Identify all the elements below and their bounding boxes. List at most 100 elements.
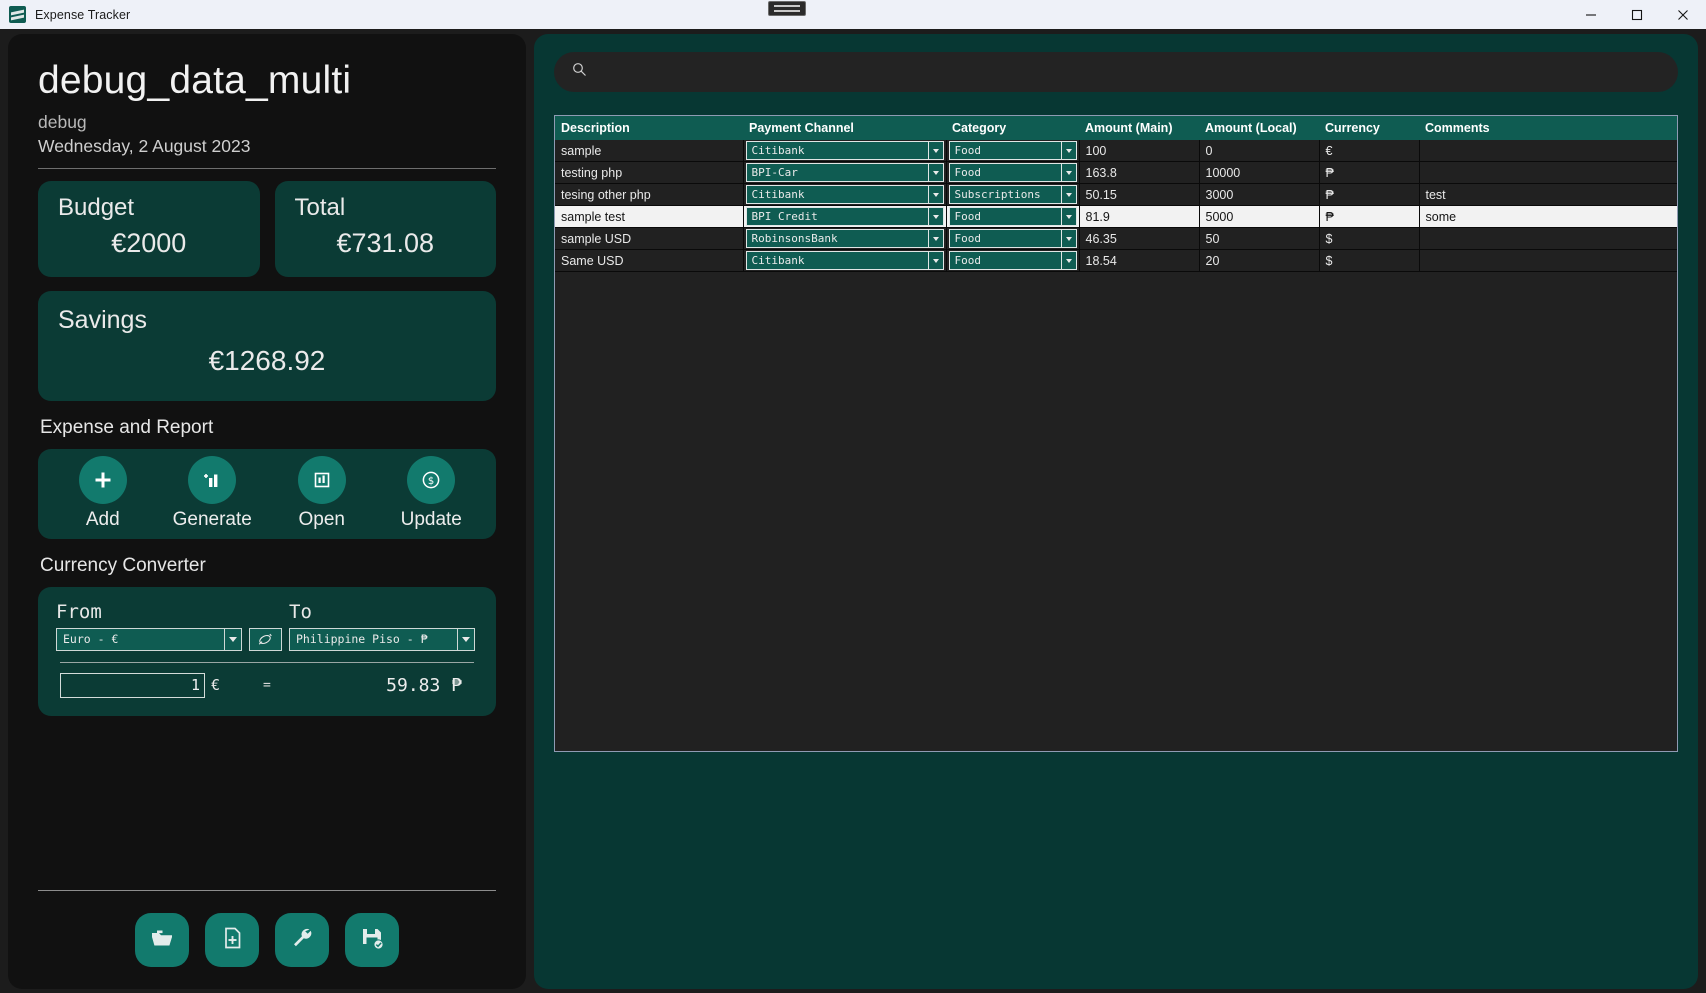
chevron-down-icon[interactable] [927, 186, 943, 203]
swap-currencies-button[interactable] [249, 627, 282, 651]
chevron-down-icon[interactable] [927, 252, 943, 269]
search-bar[interactable] [554, 52, 1678, 92]
chevron-down-icon[interactable] [457, 628, 474, 650]
open-project-button[interactable] [135, 913, 189, 967]
cell-comments[interactable]: some [1419, 205, 1677, 228]
cell-amount-local[interactable]: 5000 [1199, 205, 1320, 228]
cell-payment-channel[interactable]: RobinsonsBank [743, 227, 947, 250]
cell-comments[interactable] [1419, 140, 1677, 162]
cell-currency[interactable]: ₱ [1319, 183, 1420, 206]
cell-comments[interactable] [1419, 161, 1677, 184]
chevron-down-icon[interactable] [1060, 208, 1076, 225]
column-header-description[interactable]: Description [555, 116, 743, 140]
chevron-down-icon[interactable] [1060, 230, 1076, 247]
search-input[interactable] [597, 64, 1660, 80]
chevron-down-icon[interactable] [1060, 142, 1076, 159]
cell-payment-channel-select[interactable]: RobinsonsBank [745, 229, 944, 248]
cell-payment-channel[interactable]: BPI-Car [743, 161, 947, 184]
cell-amount-local[interactable]: 0 [1199, 140, 1320, 162]
cell-comments[interactable] [1419, 249, 1677, 272]
cell-category[interactable]: Food [946, 205, 1080, 228]
cell-category[interactable]: Food [946, 140, 1080, 162]
cell-category-select[interactable]: Food [948, 229, 1077, 248]
cell-payment-channel[interactable]: BPI Credit [743, 205, 947, 228]
cell-amount-main[interactable]: 81.9 [1079, 205, 1200, 228]
cell-amount-main[interactable]: 100 [1079, 140, 1200, 162]
cell-description[interactable]: sample USD [555, 227, 744, 250]
chevron-down-icon[interactable] [224, 628, 241, 650]
cell-payment-channel-select[interactable]: Citibank [745, 251, 944, 270]
cell-category[interactable]: Food [946, 227, 1080, 250]
column-header-comments[interactable]: Comments [1419, 116, 1677, 140]
to-currency-select[interactable]: Philippine Piso - ₱ [289, 627, 475, 651]
maximize-button[interactable] [1614, 0, 1660, 29]
cell-category[interactable]: Subscriptions [946, 183, 1080, 206]
chevron-down-icon[interactable] [927, 164, 943, 181]
table-row[interactable]: Same USD Citibank Food 18.54 20 $ [555, 249, 1677, 272]
cell-currency[interactable]: € [1319, 140, 1420, 162]
cell-category-select[interactable]: Subscriptions [948, 185, 1077, 204]
cell-comments[interactable] [1419, 227, 1677, 250]
column-header-amount-main[interactable]: Amount (Main) [1079, 116, 1199, 140]
cell-amount-local[interactable]: 10000 [1199, 161, 1320, 184]
cell-payment-channel-select[interactable]: BPI-Car [745, 163, 944, 182]
cell-description[interactable]: sample test [555, 205, 744, 228]
cell-category-select[interactable]: Food [948, 163, 1077, 182]
cell-currency[interactable]: $ [1319, 249, 1420, 272]
chevron-down-icon[interactable] [927, 208, 943, 225]
open-button[interactable]: Open [270, 456, 374, 531]
chevron-down-icon[interactable] [1060, 252, 1076, 269]
column-header-currency[interactable]: Currency [1319, 116, 1419, 140]
cell-amount-local[interactable]: 20 [1199, 249, 1320, 272]
cell-description[interactable]: sample [555, 140, 744, 162]
cell-amount-main[interactable]: 18.54 [1079, 249, 1200, 272]
close-button[interactable] [1660, 0, 1706, 29]
cell-amount-local[interactable]: 50 [1199, 227, 1320, 250]
cell-payment-channel[interactable]: Citibank [743, 140, 947, 162]
cell-description[interactable]: testing php [555, 161, 744, 184]
cell-category-select[interactable]: Food [948, 251, 1077, 270]
cell-amount-local[interactable]: 3000 [1199, 183, 1320, 206]
cell-currency[interactable]: ₱ [1319, 161, 1420, 184]
column-header-category[interactable]: Category [946, 116, 1079, 140]
chevron-down-icon[interactable] [927, 142, 943, 159]
chevron-down-icon[interactable] [1060, 164, 1076, 181]
settings-button[interactable] [275, 913, 329, 967]
table-row[interactable]: testing php BPI-Car Food 163.8 10000 ₱ [555, 161, 1677, 184]
generate-button[interactable]: Generate [160, 456, 264, 531]
cell-payment-channel[interactable]: Citibank [743, 249, 947, 272]
chevron-down-icon[interactable] [1060, 186, 1076, 203]
amount-input[interactable]: 1 [60, 672, 205, 698]
cell-currency[interactable]: $ [1319, 227, 1420, 250]
update-button[interactable]: $ Update [379, 456, 483, 531]
table-row[interactable]: sample test BPI Credit Food 81.9 5000 ₱ some [555, 205, 1677, 228]
cell-description[interactable]: tesing other php [555, 183, 744, 206]
cell-category-select[interactable]: Food [948, 141, 1077, 160]
cell-comments[interactable]: test [1419, 183, 1677, 206]
cell-category[interactable]: Food [946, 161, 1080, 184]
cell-amount-main[interactable]: 46.35 [1079, 227, 1200, 250]
expense-table-container[interactable]: Description Payment Channel Category Amo… [554, 115, 1678, 752]
minimize-button[interactable] [1568, 0, 1614, 29]
cell-payment-channel[interactable]: Citibank [743, 183, 947, 206]
table-row[interactable]: sample USD RobinsonsBank Food 46.35 50 $ [555, 227, 1677, 250]
column-header-payment-channel[interactable]: Payment Channel [743, 116, 946, 140]
cell-category-select[interactable]: Food [948, 207, 1077, 226]
cell-currency[interactable]: ₱ [1319, 205, 1420, 228]
table-row[interactable]: sample Citibank Food 100 0 € [555, 140, 1677, 162]
save-button[interactable] [345, 913, 399, 967]
from-currency-select[interactable]: Euro - € [56, 627, 242, 651]
cell-payment-channel-select[interactable]: BPI Credit [745, 207, 944, 226]
snap-layout-widget[interactable] [768, 1, 806, 16]
column-header-amount-local[interactable]: Amount (Local) [1199, 116, 1319, 140]
cell-description[interactable]: Same USD [555, 249, 744, 272]
cell-payment-channel-select[interactable]: Citibank [745, 141, 944, 160]
table-row[interactable]: tesing other php Citibank Subscriptions 50.… [555, 183, 1677, 206]
cell-amount-main[interactable]: 50.15 [1079, 183, 1200, 206]
add-button[interactable]: Add [51, 456, 155, 531]
cell-category[interactable]: Food [946, 249, 1080, 272]
cell-amount-main[interactable]: 163.8 [1079, 161, 1200, 184]
chevron-down-icon[interactable] [927, 230, 943, 247]
new-project-button[interactable] [205, 913, 259, 967]
cell-payment-channel-select[interactable]: Citibank [745, 185, 944, 204]
